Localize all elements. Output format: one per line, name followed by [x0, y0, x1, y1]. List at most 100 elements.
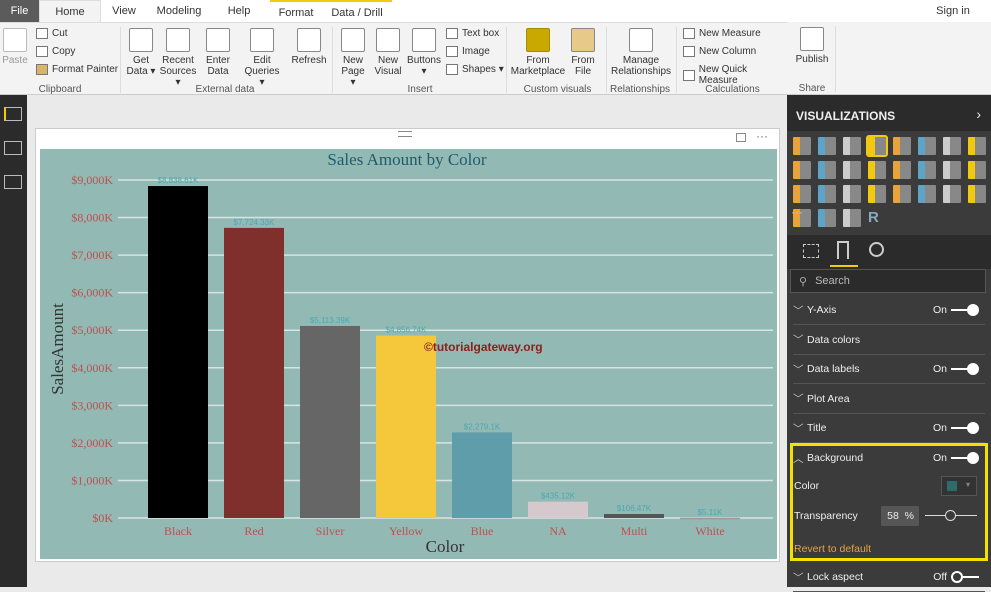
format-painter-button[interactable]: Format Painter [36, 64, 118, 75]
color-picker[interactable]: ▾ [941, 476, 977, 496]
y-axis-title: SalesAmount [48, 303, 67, 395]
analytics-icon[interactable] [869, 242, 884, 257]
refresh-icon [297, 28, 321, 52]
bar [452, 432, 512, 518]
visual-type-icon[interactable] [968, 137, 986, 155]
copy-button[interactable]: Copy [36, 46, 75, 57]
tab-data-drill[interactable]: Data / Drill [322, 0, 392, 22]
visual-type-icon[interactable] [818, 137, 836, 155]
y-tick-label: $8,000K [71, 211, 113, 225]
get-data-button[interactable]: Get Data ▾ [126, 28, 156, 77]
drag-handle-icon[interactable] [398, 131, 412, 137]
toggle-on[interactable] [951, 422, 979, 434]
visual-type-icon[interactable] [968, 161, 986, 179]
visual-type-icon[interactable] [793, 185, 811, 203]
tab-view[interactable]: View [105, 0, 143, 22]
paste-button[interactable]: Paste [2, 28, 28, 66]
section-row[interactable]: ﹀ Data colors [793, 326, 985, 355]
visual-type-icon[interactable] [866, 135, 888, 157]
lock-aspect-row[interactable]: ﹀ Lock aspect Off [793, 563, 985, 592]
focus-mode-icon[interactable] [736, 133, 746, 142]
buttons-button[interactable]: Buttons ▾ [406, 28, 442, 77]
tab-file[interactable]: File [0, 0, 39, 22]
visual-type-icon[interactable] [843, 137, 861, 155]
visual-type-icon[interactable] [968, 185, 986, 203]
fields-icon[interactable] [803, 244, 819, 258]
visual-type-icon[interactable] [818, 185, 836, 203]
visual-type-icon[interactable]: R [868, 209, 886, 227]
visual-type-icon[interactable] [943, 137, 961, 155]
from-marketplace-button[interactable]: From Marketplace [510, 28, 566, 77]
new-quick-measure-button[interactable]: New Quick Measure [683, 64, 787, 86]
text-box-icon [446, 28, 458, 39]
publish-button[interactable]: Publish [795, 27, 829, 65]
visual-type-icon[interactable] [893, 185, 911, 203]
new-measure-button[interactable]: New Measure [683, 28, 761, 39]
visual-type-icon[interactable] [918, 137, 936, 155]
section-row[interactable]: ﹀ Title On [793, 414, 985, 443]
ribbon-share: Publish Share [787, 22, 991, 95]
tab-modeling[interactable]: Modeling [150, 0, 208, 22]
x-tick-label: Silver [316, 524, 345, 538]
image-button[interactable]: Image [446, 46, 490, 57]
section-row[interactable]: ﹀ Plot Area [793, 385, 985, 414]
toggle-off[interactable] [951, 571, 979, 583]
shapes-button[interactable]: Shapes ▾ [446, 64, 504, 75]
x-tick-label: Black [164, 524, 192, 538]
tab-format[interactable]: Format [270, 0, 322, 22]
section-label: Plot Area [807, 392, 850, 405]
data-view-icon[interactable] [4, 141, 22, 155]
manage-relationships-button[interactable]: Manage Relationships [610, 28, 672, 77]
report-view-icon[interactable] [4, 107, 22, 121]
tab-help[interactable]: Help [220, 0, 258, 22]
visual-type-icon[interactable] [818, 161, 836, 179]
visual-type-icon[interactable] [868, 185, 886, 203]
transparency-input[interactable]: 58 % [881, 506, 919, 526]
visual-type-icon[interactable] [943, 185, 961, 203]
paint-roller-icon[interactable] [837, 241, 849, 259]
enter-data-button[interactable]: Enter Data [203, 28, 233, 77]
visual-type-icon[interactable] [793, 161, 811, 179]
from-file-button[interactable]: From File [568, 28, 598, 77]
visual-type-icon[interactable] [818, 209, 836, 227]
visual-type-icon[interactable] [918, 161, 936, 179]
sign-in-link[interactable]: Sign in [930, 0, 976, 22]
visual-type-icon[interactable] [843, 185, 861, 203]
group-label: External data [195, 84, 255, 95]
more-options-icon[interactable]: ··· [756, 129, 768, 143]
document-icon [129, 28, 153, 52]
visual-type-icon[interactable] [918, 185, 936, 203]
edit-queries-button[interactable]: Edit Queries ▾ [242, 28, 282, 88]
visual-type-icon[interactable] [893, 137, 911, 155]
text-box-button[interactable]: Text box [446, 28, 499, 39]
search-icon: ⚲ [799, 275, 808, 288]
tab-home[interactable]: Home [39, 0, 101, 22]
model-view-icon[interactable] [4, 175, 22, 189]
group-label: Calculations [705, 84, 760, 95]
transparency-label: Transparency [794, 510, 858, 522]
more-visuals-button[interactable]: ··· [791, 205, 803, 219]
visual-type-icon[interactable] [843, 161, 861, 179]
y-tick-label: $6,000K [71, 286, 113, 300]
visual-type-icon[interactable] [943, 161, 961, 179]
toggle-on[interactable] [951, 304, 979, 316]
new-page-button[interactable]: New Page ▾ [338, 28, 368, 88]
toggle-on[interactable] [951, 363, 979, 375]
new-column-button[interactable]: New Column [683, 46, 756, 57]
x-tick-label: Yellow [389, 524, 423, 538]
refresh-button[interactable]: Refresh [290, 28, 328, 66]
data-label: $8,838.61K [158, 176, 200, 185]
folder-icon [571, 28, 595, 52]
visual-type-icon[interactable] [793, 137, 811, 155]
new-visual-button[interactable]: New Visual [373, 28, 403, 77]
revert-to-default-link[interactable]: Revert to default [794, 543, 871, 555]
cut-button[interactable]: Cut [36, 28, 68, 39]
search-input[interactable]: ⚲ Search [790, 269, 986, 293]
visual-type-icon[interactable] [893, 161, 911, 179]
section-row[interactable]: ﹀ Data labels On [793, 355, 985, 384]
recent-sources-button[interactable]: Recent Sources ▾ [158, 28, 198, 88]
chevron-right-icon[interactable]: › [976, 106, 981, 122]
visual-type-icon[interactable] [843, 209, 861, 227]
visual-type-icon[interactable] [868, 161, 886, 179]
section-row[interactable]: ﹀ Y-Axis On [793, 296, 985, 325]
